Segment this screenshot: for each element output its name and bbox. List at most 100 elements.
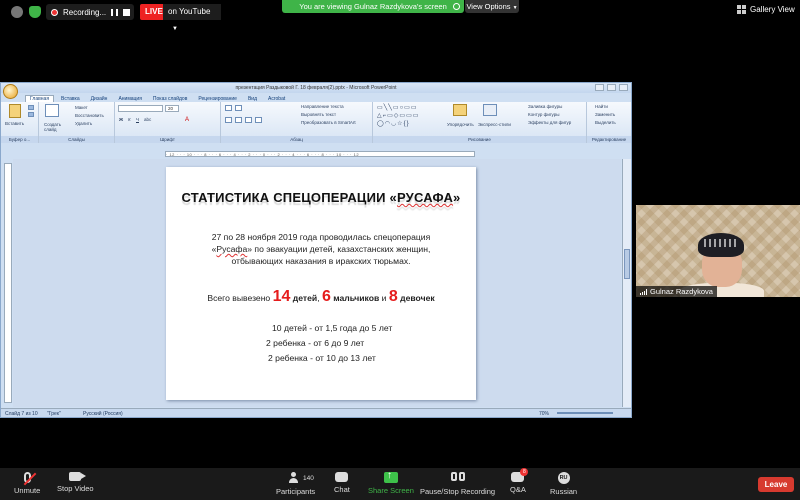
smartart-button[interactable]: Преобразовать в SmartArt (301, 120, 356, 125)
language-label: Russian (550, 487, 578, 496)
participant-video[interactable] (636, 205, 800, 297)
strikethrough-button[interactable]: abc (144, 117, 151, 122)
numbering-icon[interactable] (235, 105, 242, 111)
powerpoint-window: презентация Раздыковой Г. 18 февраля(2).… (0, 82, 632, 418)
list-item: 2 ребенка - от 10 до 13 лет (268, 353, 376, 363)
total-children-count: 14 (272, 288, 291, 305)
paragraph-line-3: отбывающих наказания в иракских тюрьмах. (231, 256, 411, 266)
shapes-gallery-row2[interactable]: △⌐▭◇▭▭▭ (377, 112, 419, 119)
participant-name: Gulnaz Razdykova (650, 287, 713, 296)
operation-name: Русафа (216, 244, 248, 254)
minimize-icon[interactable] (595, 84, 604, 91)
children-word: детей (290, 293, 318, 303)
shapes-gallery[interactable]: ▭╲╲▭○▭▭ (377, 104, 418, 111)
font-size-value: 20 (168, 106, 174, 111)
zoom-level[interactable]: 70% (539, 411, 549, 417)
align-right-icon[interactable] (245, 117, 252, 123)
cut-icon[interactable] (28, 105, 34, 110)
share-screen-button[interactable]: Share Screen (368, 470, 414, 495)
bold-button[interactable]: Ж (119, 117, 123, 122)
ribbon-tabs: Главная Вставка Дизайн Анимация Показ сл… (1, 93, 631, 102)
reset-button[interactable]: Восстановить (75, 113, 104, 118)
chevron-down-icon: ▼ (172, 26, 178, 32)
slide-title: СТАТИСТИКА СПЕЦОПЕРАЦИИ «РУСАФА» (166, 190, 476, 205)
zoom-top-bar: Recording... LIVE on YouTube ▼ You are v… (0, 0, 800, 32)
delete-button[interactable]: Удалить (75, 121, 92, 126)
gallery-view-button[interactable]: Gallery View (737, 5, 795, 14)
new-slide-icon[interactable] (45, 104, 59, 117)
align-center-icon[interactable] (235, 117, 242, 123)
youtube-label: on YouTube (168, 7, 211, 16)
select-button[interactable]: Выделить (595, 120, 616, 125)
youtube-stream-dropdown[interactable]: on YouTube ▼ (163, 4, 221, 32)
gallery-view-label: Gallery View (750, 5, 795, 14)
share-screen-label: Share Screen (368, 486, 414, 495)
zoom-slider[interactable] (557, 412, 613, 414)
viewing-screen-text: You are viewing Gulnaz Razdykova's scree… (299, 2, 447, 11)
bullets-icon[interactable] (225, 105, 232, 111)
participants-label: Participants (276, 487, 316, 496)
slide-canvas[interactable]: СТАТИСТИКА СПЕЦОПЕРАЦИИ «РУСАФА» 27 по 2… (166, 167, 476, 400)
italic-button[interactable]: К (128, 117, 131, 122)
replace-button[interactable]: Заменить (595, 112, 615, 117)
underline-button[interactable]: Ч (136, 117, 139, 122)
maximize-icon[interactable] (607, 84, 616, 91)
shapes-gallery-row3[interactable]: ◯◠◡☆{} (377, 120, 410, 127)
new-slide-button[interactable]: Создать слайд (44, 122, 64, 132)
arrange-icon[interactable] (453, 104, 467, 116)
qa-button[interactable]: 8 Q&A (510, 468, 529, 494)
clipboard-group: Вставить Буфер о... (1, 102, 39, 143)
status-bar: Слайд 7 из 10 "Грек" Русский (Россия) 70… (1, 408, 631, 417)
group-label: Рисование (373, 136, 586, 143)
font-color-button[interactable]: A (185, 117, 189, 123)
leave-button[interactable]: Leave (758, 477, 794, 492)
unmute-label: Unmute (14, 486, 41, 495)
boys-word: мальчиков (330, 293, 380, 303)
layout-button[interactable]: Макет (75, 105, 88, 110)
align-text-button[interactable]: Выровнять текст (301, 112, 336, 117)
shape-effects-button[interactable]: Эффекты для фигур (528, 120, 571, 125)
shape-outline-button[interactable]: Контур фигуры (528, 112, 559, 117)
stop-recording-icon[interactable] (123, 8, 131, 16)
window-titlebar: презентация Раздыковой Г. 18 февраля(2).… (1, 83, 631, 93)
paragraph-line-2-rest: » по эвакуации детей, казахстанских женщ… (247, 244, 431, 254)
chat-label: Chat (334, 485, 350, 494)
grid-icon (737, 5, 746, 14)
vertical-scrollbar[interactable] (622, 159, 631, 407)
office-button[interactable] (3, 84, 18, 99)
paste-button[interactable]: Вставить (5, 121, 24, 126)
find-button[interactable]: Найти (595, 104, 608, 109)
shape-fill-button[interactable]: Заливка фигуры (528, 104, 562, 109)
font-name-select[interactable] (118, 105, 163, 112)
language-status[interactable]: Русский (Россия) (83, 411, 123, 417)
slide-title-operation-name: РУСАФА (396, 190, 454, 205)
pause-stop-recording-button[interactable]: Pause/Stop Recording (420, 472, 495, 496)
info-icon[interactable] (11, 6, 23, 18)
paste-icon[interactable] (9, 104, 21, 118)
chat-button[interactable]: Chat (334, 472, 350, 494)
theme-name: "Грек" (47, 411, 61, 417)
copy-icon[interactable] (28, 112, 34, 117)
person-headscarf (698, 233, 744, 257)
justify-icon[interactable] (255, 117, 262, 123)
close-icon[interactable] (619, 84, 628, 91)
scrollbar-thumb[interactable] (624, 249, 630, 279)
quick-styles-button[interactable]: Экспресс-стили (478, 122, 511, 127)
stop-video-button[interactable]: Stop Video (57, 472, 94, 493)
align-left-icon[interactable] (225, 117, 232, 123)
pause-recording-icon[interactable] (111, 8, 119, 16)
language-interpretation-button[interactable]: RU Russian (550, 472, 577, 496)
view-options-label: View Options (466, 2, 511, 11)
quick-styles-icon[interactable] (483, 104, 497, 116)
video-camera-icon (69, 472, 87, 481)
view-options-button[interactable]: View Options ▼ (465, 0, 519, 13)
meeting-toolbar: Unmute Stop Video Participants 140 Chat … (0, 468, 800, 500)
unmute-button[interactable]: Unmute (14, 472, 40, 495)
security-shield-icon[interactable] (29, 6, 41, 18)
tab-home[interactable]: Главная (25, 95, 55, 102)
text-direction-button[interactable]: Направление текста (301, 104, 344, 109)
arrange-button[interactable]: Упорядочить (447, 122, 474, 127)
paragraph-group: Направление текста Выровнять текст Преоб… (221, 102, 373, 143)
horizontal-ruler: · 12 · · · 10 · · · 8 · · · 6 · · · 4 · … (165, 151, 475, 157)
font-size-select[interactable]: 20 (165, 105, 179, 112)
